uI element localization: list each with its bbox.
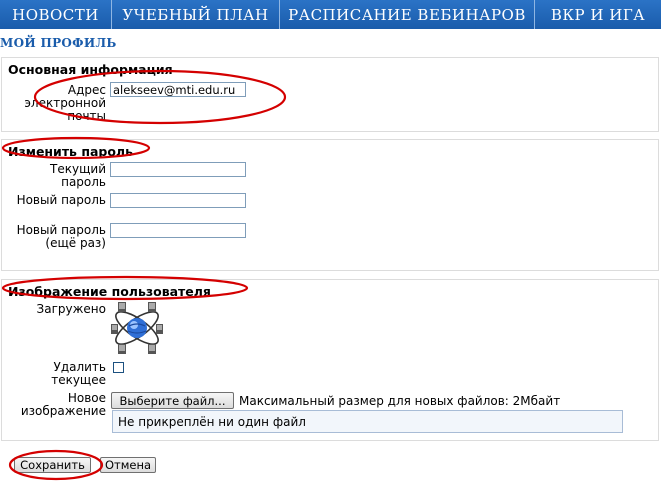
change-password-legend: Изменить пароль [8,144,133,159]
user-image-legend: Изображение пользователя [8,284,211,299]
current-password-input[interactable] [110,162,246,177]
nav-item-thesis[interactable]: ВКР И ИГА [535,0,661,29]
basic-info-legend: Основная информация [8,62,173,77]
nav-item-curriculum[interactable]: УЧЕБНЫЙ ПЛАН [112,0,280,29]
uploaded-label: Загружено [36,302,106,316]
email-label: Адрес электронной почты [24,83,106,123]
choose-file-button[interactable]: Выберите файл... [111,392,234,409]
nav-item-webinar-schedule[interactable]: РАСПИСАНИЕ ВЕБИНАРОВ [280,0,535,29]
repeat-password-label: Новый пароль (ещё раз) [16,223,106,250]
new-password-input[interactable] [110,193,246,208]
file-drop-area[interactable]: Не прикреплён ни один файл [112,410,623,433]
change-password-section: Изменить пароль Текущий пароль Новый пар… [1,139,659,271]
cancel-button[interactable]: Отмена [100,457,156,473]
user-image-section: Изображение пользователя Загружено Удали… [1,279,659,441]
page-title: МОЙ ПРОФИЛЬ [0,36,117,50]
current-password-label: Текущий пароль [50,162,106,189]
basic-info-section: Основная информация Адрес электронной по… [1,57,659,132]
avatar-image [111,302,163,354]
email-input[interactable] [110,82,246,97]
save-button[interactable]: Сохранить [14,457,91,473]
max-size-text: Максимальный размер для новых файлов: 2М… [239,394,561,408]
delete-current-checkbox[interactable] [113,362,124,373]
new-image-label: Новое изображение [20,391,106,418]
nav-item-news[interactable]: НОВОСТИ [0,0,112,29]
no-file-text: Не прикреплён ни один файл [118,414,306,429]
new-password-label: Новый пароль [16,193,106,207]
top-nav: НОВОСТИ УЧЕБНЫЙ ПЛАН РАСПИСАНИЕ ВЕБИНАРО… [0,0,661,29]
delete-current-label: Удалить текущее [51,360,106,387]
repeat-password-input[interactable] [110,223,246,238]
